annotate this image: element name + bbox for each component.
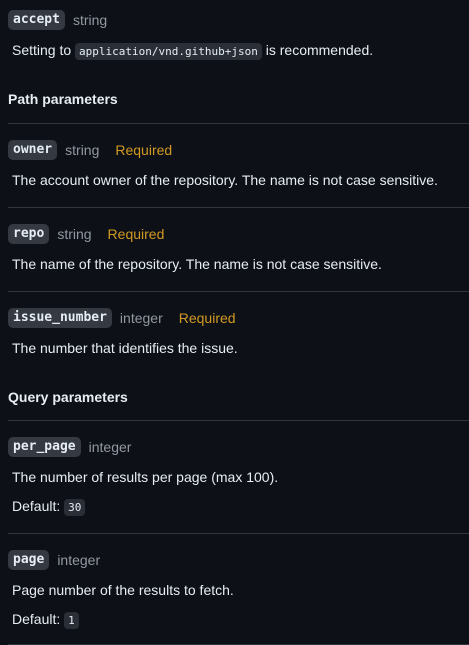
param-name: page bbox=[8, 550, 50, 570]
default-value: 1 bbox=[64, 612, 79, 629]
param-type: integer bbox=[57, 552, 101, 568]
param-name: accept bbox=[8, 10, 65, 30]
param-description: The name of the repository. The name is … bbox=[12, 256, 382, 272]
section-heading-query-parameters: Query parameters bbox=[8, 389, 128, 405]
required-badge: Required bbox=[115, 142, 173, 158]
param-name: owner bbox=[8, 140, 58, 160]
param-description: The number that identifies the issue. bbox=[12, 340, 238, 356]
param-description: Setting to application/vnd.github+json i… bbox=[12, 42, 374, 60]
param-owner-header: owner string Required bbox=[8, 139, 172, 161]
param-repo-header: repo string Required bbox=[8, 223, 164, 245]
param-issue-number-header: issue_number integer Required bbox=[8, 307, 236, 329]
divider bbox=[8, 533, 469, 534]
param-name: repo bbox=[8, 224, 50, 244]
required-badge: Required bbox=[107, 226, 165, 242]
param-per-page-header: per_page integer bbox=[8, 436, 131, 458]
required-badge: Required bbox=[178, 310, 236, 326]
param-default: Default: 30 bbox=[12, 497, 86, 516]
param-name: issue_number bbox=[8, 308, 112, 328]
param-type: string bbox=[72, 12, 108, 28]
param-name: per_page bbox=[8, 437, 81, 457]
param-description: The account owner of the repository. The… bbox=[12, 172, 438, 188]
divider bbox=[8, 291, 469, 292]
inline-code: application/vnd.github+json bbox=[75, 43, 262, 60]
divider bbox=[8, 123, 469, 124]
divider bbox=[8, 207, 469, 208]
param-description: The number of results per page (max 100)… bbox=[12, 469, 279, 485]
param-type: string bbox=[65, 142, 100, 158]
param-page-header: page integer bbox=[8, 549, 100, 571]
param-description: Page number of the results to fetch. bbox=[12, 582, 234, 598]
param-type: integer bbox=[88, 439, 132, 455]
section-heading-path-parameters: Path parameters bbox=[8, 91, 118, 107]
param-type: string bbox=[57, 226, 92, 242]
param-type: integer bbox=[119, 310, 163, 326]
param-accept-header: accept string bbox=[8, 9, 107, 31]
default-value: 30 bbox=[64, 499, 86, 516]
param-default: Default: 1 bbox=[12, 610, 79, 629]
divider bbox=[8, 420, 469, 421]
